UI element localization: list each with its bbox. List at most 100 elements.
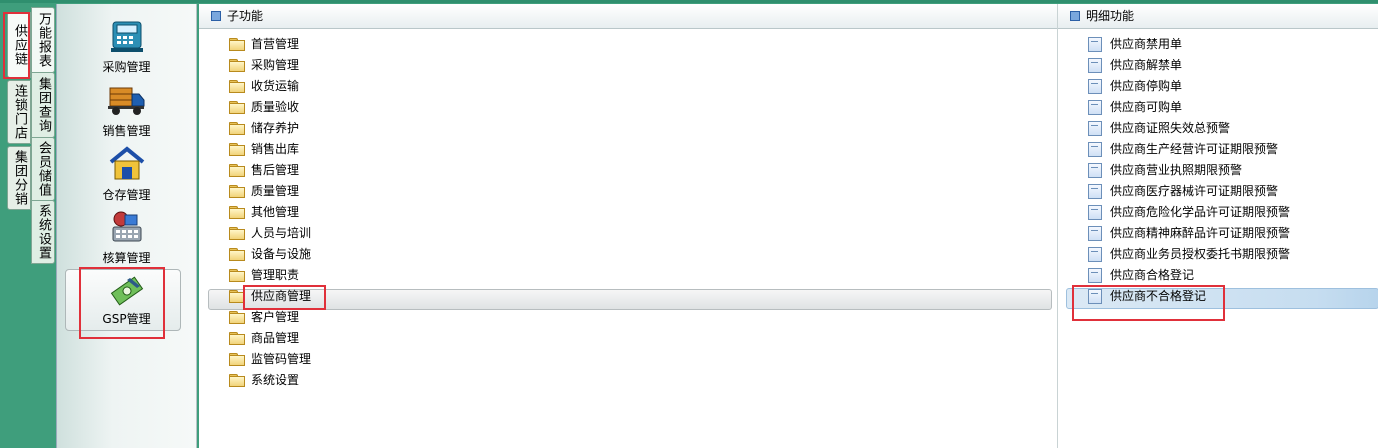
document-icon bbox=[1088, 78, 1102, 94]
tab-label: 万能报表 bbox=[36, 12, 51, 68]
folder-icon bbox=[229, 206, 245, 219]
accounting-calculator-icon bbox=[107, 207, 147, 247]
folder-icon bbox=[229, 227, 245, 240]
item-label: 供应商合格登记 bbox=[1110, 268, 1195, 282]
nav-item-label: 核算管理 bbox=[102, 251, 151, 265]
sub-function-item[interactable]: 销售出库 bbox=[229, 139, 299, 159]
folder-icon bbox=[229, 269, 245, 282]
detail-function-item[interactable]: 供应商证照失效总预警 bbox=[1088, 118, 1230, 138]
sub-function-item[interactable]: 售后管理 bbox=[229, 160, 299, 180]
sub-function-item[interactable]: 人员与培训 bbox=[229, 223, 311, 243]
item-label: 供应商解禁单 bbox=[1110, 58, 1183, 72]
detail-function-item[interactable]: 供应商禁用单 bbox=[1088, 34, 1182, 54]
tab-group-query[interactable]: 集团查询 bbox=[31, 72, 55, 138]
item-label: 供应商医疗器械许可证期限预警 bbox=[1110, 184, 1279, 198]
nav-item-gsp[interactable]: GSP管理 bbox=[57, 274, 196, 327]
sub-function-panel: 子功能 bbox=[199, 4, 1058, 448]
item-label: 收货运输 bbox=[251, 79, 300, 93]
tab-label: 系统设置 bbox=[36, 204, 51, 260]
sub-function-item[interactable]: 商品管理 bbox=[229, 328, 299, 348]
item-label: 供应商禁用单 bbox=[1110, 37, 1183, 51]
item-label: 供应商危险化学品许可证期限预警 bbox=[1110, 205, 1291, 219]
folder-icon bbox=[229, 164, 245, 177]
sub-function-item[interactable]: 储存养护 bbox=[229, 118, 299, 138]
sub-function-item[interactable]: 供应商管理 bbox=[229, 286, 311, 306]
detail-function-item[interactable]: 供应商可购单 bbox=[1088, 97, 1182, 117]
sub-function-item[interactable]: 采购管理 bbox=[229, 55, 299, 75]
sub-function-item[interactable]: 设备与设施 bbox=[229, 244, 311, 264]
tab-label: 连锁门店 bbox=[12, 84, 27, 140]
window-top-border bbox=[0, 0, 1378, 3]
document-icon bbox=[1088, 204, 1102, 220]
item-label: 采购管理 bbox=[251, 58, 300, 72]
detail-function-item[interactable]: 供应商营业执照期限预警 bbox=[1088, 160, 1242, 180]
document-icon bbox=[1088, 288, 1102, 304]
sub-function-item[interactable]: 收货运输 bbox=[229, 76, 299, 96]
folder-icon bbox=[229, 374, 245, 387]
document-icon bbox=[1088, 162, 1102, 178]
detail-function-item[interactable]: 供应商业务员授权委托书期限预警 bbox=[1088, 244, 1290, 264]
panel-header-icon bbox=[1070, 11, 1080, 21]
tab-universal-report[interactable]: 万能报表 bbox=[31, 7, 55, 73]
nav-item-purchase[interactable]: 采购管理 bbox=[57, 16, 196, 75]
document-icon bbox=[1088, 141, 1102, 157]
detail-function-item[interactable]: 供应商精神麻醉品许可证期限预警 bbox=[1088, 223, 1290, 243]
folder-icon bbox=[229, 143, 245, 156]
folder-icon bbox=[229, 332, 245, 345]
folder-icon bbox=[229, 185, 245, 198]
nav-item-warehouse[interactable]: 仓存管理 bbox=[57, 144, 196, 203]
item-label: 客户管理 bbox=[251, 310, 300, 324]
sub-function-item[interactable]: 其他管理 bbox=[229, 202, 299, 222]
item-label: 管理职责 bbox=[251, 268, 300, 282]
item-label: 系统设置 bbox=[251, 373, 300, 387]
item-label: 监管码管理 bbox=[251, 352, 312, 366]
sub-function-item[interactable]: 首营管理 bbox=[229, 34, 299, 54]
detail-function-item[interactable]: 供应商医疗器械许可证期限预警 bbox=[1088, 181, 1278, 201]
tab-label: 集团查询 bbox=[36, 77, 51, 133]
gsp-money-icon bbox=[110, 274, 144, 308]
sub-function-item[interactable]: 监管码管理 bbox=[229, 349, 311, 369]
item-label: 人员与培训 bbox=[251, 226, 312, 240]
detail-function-item[interactable]: 供应商停购单 bbox=[1088, 76, 1182, 96]
folder-icon bbox=[229, 290, 245, 303]
nav-item-label: GSP管理 bbox=[102, 312, 151, 326]
folder-icon bbox=[229, 353, 245, 366]
detail-function-item[interactable]: 供应商合格登记 bbox=[1088, 265, 1194, 285]
delivery-truck-icon bbox=[107, 80, 147, 120]
item-label: 供应商生产经营许可证期限预警 bbox=[1110, 142, 1279, 156]
item-label: 设备与设施 bbox=[251, 247, 312, 261]
item-label: 供应商营业执照期限预警 bbox=[1110, 163, 1243, 177]
sub-function-item[interactable]: 质量管理 bbox=[229, 181, 299, 201]
tab-group-distribution[interactable]: 集团分销 bbox=[7, 146, 31, 210]
document-icon bbox=[1088, 267, 1102, 283]
folder-icon bbox=[229, 59, 245, 72]
nav-item-sales[interactable]: 销售管理 bbox=[57, 80, 196, 139]
folder-icon bbox=[229, 248, 245, 261]
detail-function-item[interactable]: 供应商生产经营许可证期限预警 bbox=[1088, 139, 1278, 159]
tab-supply-chain[interactable]: 供应链 bbox=[7, 12, 31, 78]
detail-function-item[interactable]: 供应商危险化学品许可证期限预警 bbox=[1088, 202, 1290, 222]
nav-item-accounting[interactable]: 核算管理 bbox=[57, 207, 196, 266]
tab-chain-stores[interactable]: 连锁门店 bbox=[7, 80, 31, 144]
panel-header-icon bbox=[211, 11, 221, 21]
item-label: 供应商停购单 bbox=[1110, 79, 1183, 93]
item-label: 供应商业务员授权委托书期限预警 bbox=[1110, 247, 1291, 261]
item-label: 其他管理 bbox=[251, 205, 300, 219]
item-label: 供应商精神麻醉品许可证期限预警 bbox=[1110, 226, 1291, 240]
tab-label: 集团分销 bbox=[12, 150, 27, 206]
detail-function-item[interactable]: 供应商不合格登记 bbox=[1088, 286, 1206, 306]
item-label: 储存养护 bbox=[251, 121, 300, 135]
sub-function-item[interactable]: 管理职责 bbox=[229, 265, 299, 285]
cash-register-icon bbox=[107, 16, 147, 56]
tab-system-settings[interactable]: 系统设置 bbox=[31, 200, 55, 264]
detail-function-item[interactable]: 供应商解禁单 bbox=[1088, 55, 1182, 75]
panel-header: 明细功能 bbox=[1058, 4, 1378, 29]
folder-icon bbox=[229, 38, 245, 51]
tab-member-stored-value[interactable]: 会员储值 bbox=[31, 137, 55, 201]
item-label: 商品管理 bbox=[251, 331, 300, 345]
sub-function-item[interactable]: 系统设置 bbox=[229, 370, 299, 390]
nav-item-label: 采购管理 bbox=[102, 60, 151, 74]
sub-function-item[interactable]: 客户管理 bbox=[229, 307, 299, 327]
folder-icon bbox=[229, 80, 245, 93]
sub-function-item[interactable]: 质量验收 bbox=[229, 97, 299, 117]
